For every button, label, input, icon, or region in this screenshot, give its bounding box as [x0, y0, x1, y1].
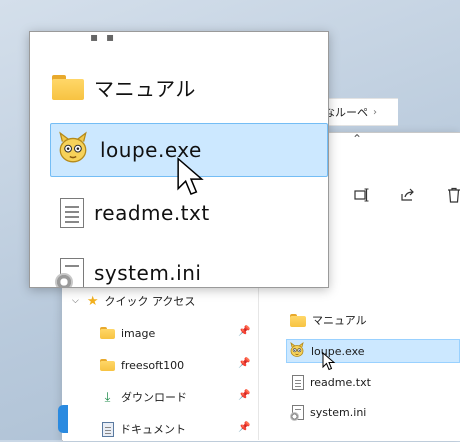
delete-icon[interactable]: [445, 185, 460, 205]
documents-icon: [102, 421, 114, 437]
folder-icon: [100, 359, 115, 371]
pin-icon[interactable]: 📌: [238, 358, 250, 370]
pin-icon[interactable]: 📌: [238, 390, 250, 402]
nav-item-label: image: [121, 326, 156, 340]
file-name: マニュアル: [94, 76, 196, 101]
file-name: readme.txt: [310, 375, 371, 389]
breadcrumb-separator: ›: [373, 106, 377, 118]
nav-item-label: ダウンロード: [121, 391, 187, 404]
settings-file-icon: [55, 258, 84, 287]
folder-icon: [290, 313, 306, 327]
zoom-row-system-ini: system.ini: [52, 246, 328, 287]
file-name: loupe.exe: [311, 344, 365, 358]
chevron-up-icon: ⌃: [352, 132, 363, 146]
nav-item-label: freesoft100: [121, 358, 185, 372]
text-file-icon: [292, 374, 304, 390]
magnified-cursor-icon: [177, 157, 204, 196]
nav-item-documents[interactable]: ドキュメント 📌: [62, 416, 258, 442]
nav-quick-access[interactable]: ⌵ ★ クイック アクセス: [62, 288, 258, 314]
nav-item-downloads[interactable]: ⤓ ダウンロード 📌: [62, 384, 258, 410]
text-file-icon: [60, 198, 84, 228]
file-name: system.ini: [94, 261, 202, 285]
nav-item-label: ドキュメント: [120, 423, 186, 436]
navigation-pane: ⌵ ★ クイック アクセス image 📌 freesoft100 📌 ⤓ ダウ…: [62, 286, 259, 440]
file-list: マニュアル loupe.exe readme.txt system.ini: [286, 308, 460, 440]
chevron-down-icon[interactable]: ⌵: [72, 296, 79, 306]
file-name: system.ini: [310, 405, 367, 419]
magnifier-clipped-edge: ▪ ▪: [90, 31, 117, 44]
command-bar: [329, 177, 460, 217]
pin-icon[interactable]: 📌: [238, 422, 250, 434]
file-row-manual[interactable]: マニュアル: [286, 308, 460, 332]
rename-icon[interactable]: [353, 185, 371, 205]
file-row-readme[interactable]: readme.txt: [286, 370, 460, 394]
folder-icon: [52, 74, 84, 100]
settings-file-icon: [290, 404, 304, 421]
mouse-cursor-icon: [322, 352, 336, 371]
sort-toggle[interactable]: ⌃: [328, 130, 398, 150]
share-icon[interactable]: [399, 185, 417, 205]
file-name: readme.txt: [94, 201, 210, 225]
nav-item-image[interactable]: image 📌: [62, 320, 258, 346]
taskbar-edge: [58, 405, 68, 433]
file-row-system-ini[interactable]: system.ini: [286, 400, 460, 424]
file-name: マニュアル: [312, 314, 367, 327]
magnifier-window: ▪ ▪ マニュアル loupe.exe readme.txt system.in…: [29, 31, 329, 288]
star-icon: ★: [86, 293, 99, 309]
pin-icon[interactable]: 📌: [238, 326, 250, 338]
zoom-row-manual: マニュアル: [52, 60, 328, 114]
app-icon: [56, 131, 90, 170]
folder-icon: [100, 327, 115, 339]
nav-item-freesoft100[interactable]: freesoft100 📌: [62, 352, 258, 378]
download-icon: ⤓: [104, 389, 111, 405]
file-row-loupe-exe[interactable]: loupe.exe: [286, 339, 460, 363]
nav-item-label: クイック アクセス: [104, 295, 196, 308]
app-icon: [289, 341, 305, 361]
